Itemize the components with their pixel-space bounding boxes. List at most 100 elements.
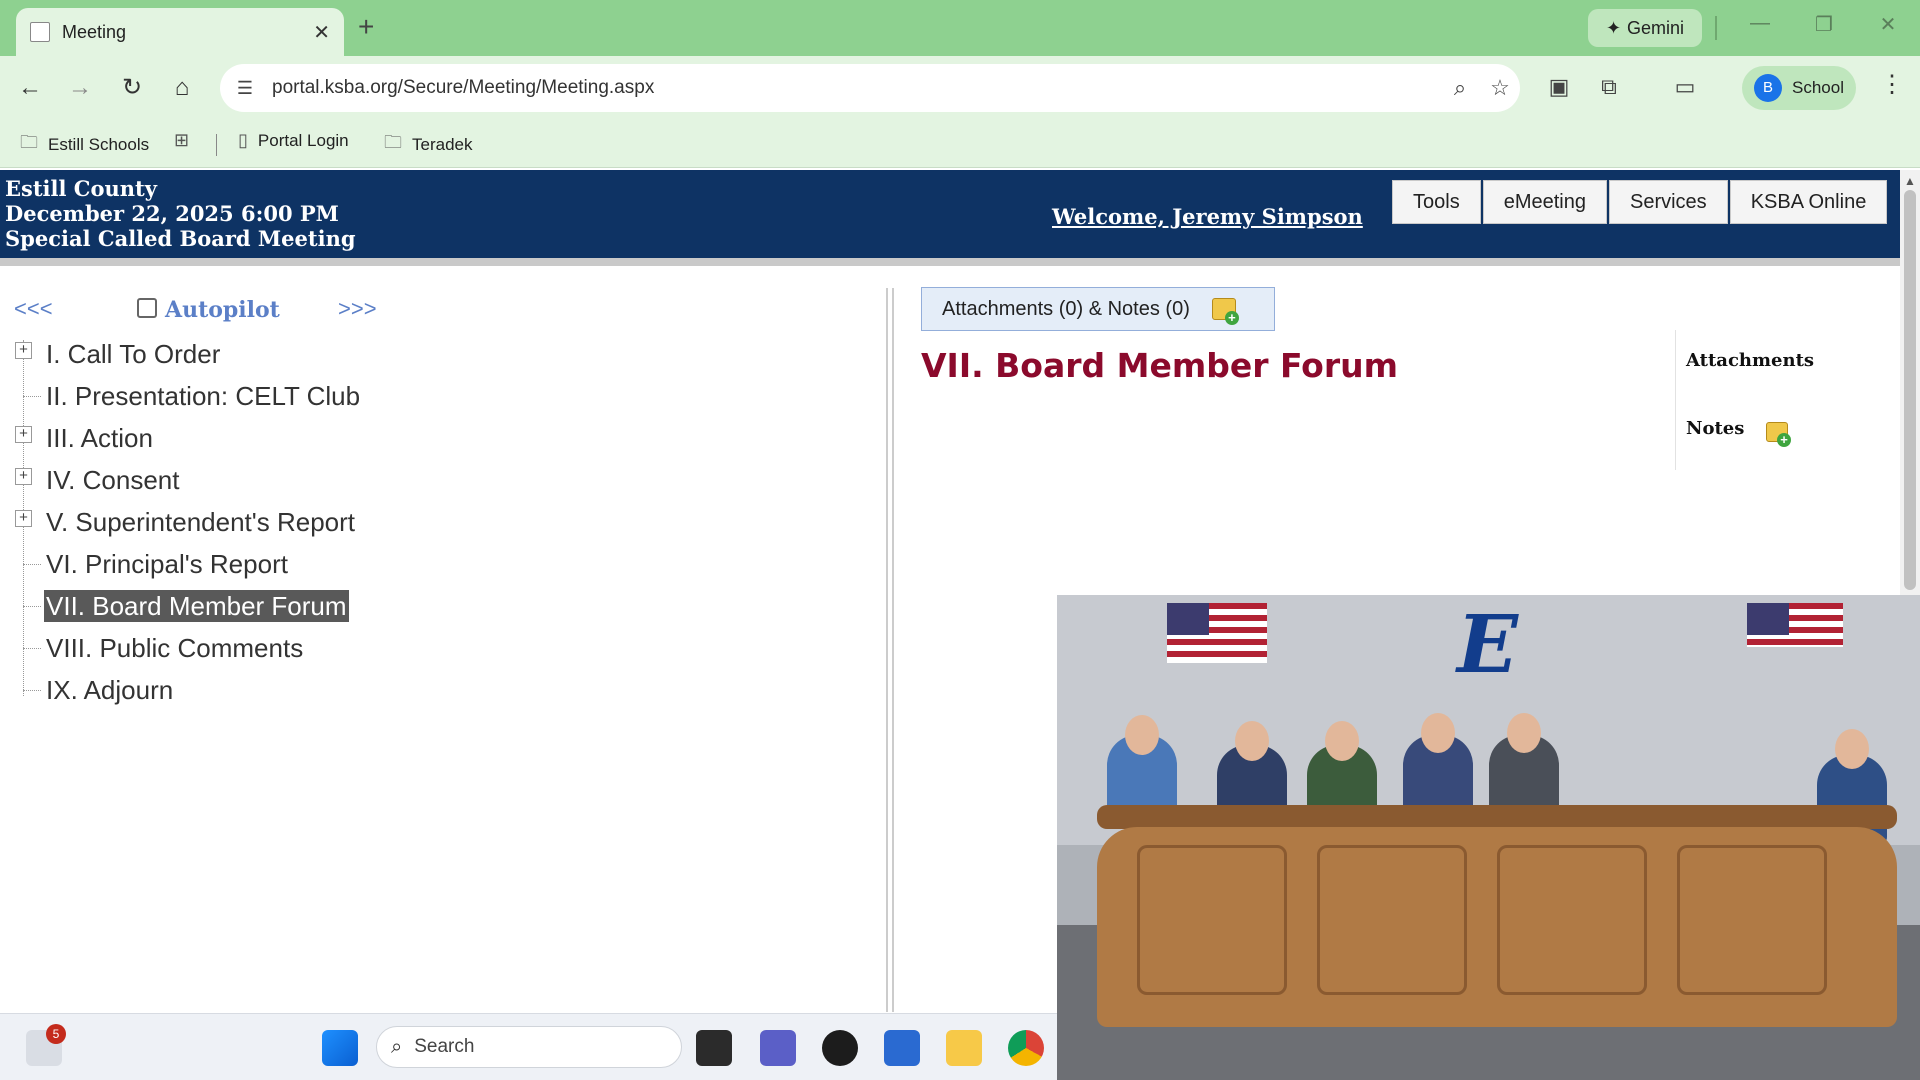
expand-icon[interactable]: + (15, 510, 32, 527)
browser-toolbar: ← → ↻ ⌂ ☰ portal.ksba.org/Secure/Meeting… (0, 56, 1920, 120)
bookmark-portal-login[interactable]: ▯ Portal Login (238, 130, 349, 151)
autopilot-toggle[interactable]: Autopilot (137, 297, 280, 323)
board-member-head (1507, 713, 1541, 753)
board-member-head (1421, 713, 1455, 753)
gemini-button[interactable]: ✦ Gemini (1588, 9, 1702, 47)
attachments-side-panel: Attachments Notes (1675, 330, 1895, 470)
tree-branch (23, 606, 41, 607)
agenda-item-title: VII. Board Member Forum (921, 346, 1399, 385)
agenda-item[interactable]: III. Action (44, 422, 155, 454)
file-explorer-icon[interactable] (946, 1030, 982, 1066)
page-icon: ▯ (238, 130, 248, 150)
browser-tab[interactable]: Meeting ✕ (16, 8, 344, 56)
profile-button[interactable]: B School (1742, 66, 1856, 110)
menu-services[interactable]: Services (1608, 180, 1728, 224)
bookmark-divider (216, 134, 217, 156)
autopilot-checkbox[interactable] (137, 298, 157, 318)
attachments-notes-button[interactable]: Attachments (0) & Notes (0) (921, 287, 1275, 331)
expand-icon[interactable]: + (15, 468, 32, 485)
desk-panel (1137, 845, 1287, 995)
gemini-label: Gemini (1627, 17, 1685, 38)
meeting-video-feed[interactable]: E (1057, 595, 1920, 1080)
search-placeholder: Search (414, 1036, 475, 1057)
agenda-item-selected[interactable]: VII. Board Member Forum (44, 590, 349, 622)
board-desk-top (1097, 805, 1897, 829)
agenda-item[interactable]: VIII. Public Comments (44, 632, 305, 664)
desk-panel (1677, 845, 1827, 995)
tree-branch (23, 564, 41, 565)
menu-tools[interactable]: Tools (1392, 180, 1481, 224)
agenda-item[interactable]: I. Call To Order (44, 338, 222, 370)
meeting-info: Estill County December 22, 2025 6:00 PM … (5, 176, 356, 251)
welcome-user-link[interactable]: Welcome, Jeremy Simpson (1052, 204, 1363, 229)
add-note-icon[interactable] (1766, 422, 1791, 447)
cast-icon[interactable]: ▭ (1668, 74, 1702, 100)
teamviewer-icon[interactable] (822, 1030, 858, 1066)
restore-icon[interactable]: ❐ (1804, 12, 1844, 37)
school-logo: E (1457, 597, 1518, 691)
agenda-item[interactable]: IV. Consent (44, 464, 181, 496)
back-icon[interactable]: ← (12, 70, 48, 106)
task-view-icon[interactable] (696, 1030, 732, 1066)
site-info-icon[interactable]: ☰ (234, 77, 256, 99)
folder-icon: 🗀 (384, 132, 402, 152)
notification-badge: 5 (46, 1024, 66, 1044)
tree-branch (23, 396, 41, 397)
agenda-item[interactable]: IX. Adjourn (44, 674, 175, 706)
bookmark-label: Teradek (412, 135, 473, 154)
tab-title: Meeting (62, 21, 127, 42)
bookmark-star-icon[interactable]: ☆ (1480, 75, 1520, 101)
search-icon: ⌕ (391, 1035, 403, 1058)
expand-icon[interactable]: + (15, 342, 32, 359)
zoom-icon[interactable]: ⌕ (1440, 75, 1480, 101)
gemini-sparkle-icon: ✦ (1605, 17, 1622, 38)
chrome-icon[interactable] (1008, 1030, 1044, 1066)
windows-start-icon[interactable] (322, 1030, 358, 1066)
window-controls-divider (1715, 16, 1717, 40)
store-icon[interactable] (884, 1030, 920, 1066)
teams-icon[interactable] (760, 1030, 796, 1066)
autopilot-label: Autopilot (165, 297, 280, 323)
agenda-item[interactable]: V. Superintendent's Report (44, 506, 357, 538)
scroll-up-icon[interactable]: ▲ (1904, 174, 1916, 188)
bookmark-label: Portal Login (257, 130, 349, 150)
new-tab-button[interactable]: + (358, 12, 374, 42)
windows-taskbar: 5 ⌕ Search (0, 1013, 1057, 1080)
in-god-we-trust-flag (1167, 603, 1267, 663)
meeting-name: Special Called Board Meeting (5, 226, 356, 251)
previous-item-link[interactable]: <<< (14, 296, 53, 322)
profile-label: School (1792, 78, 1844, 97)
bookmarks-bar: 🗀 Estill Schools ⊞ ▯ Portal Login 🗀 Teradek (0, 120, 1920, 168)
notes-heading: Notes (1686, 418, 1745, 439)
reload-icon[interactable]: ↻ (114, 70, 150, 106)
address-bar[interactable]: ☰ portal.ksba.org/Secure/Meeting/Meeting… (220, 64, 1520, 112)
agenda-item[interactable]: VI. Principal's Report (44, 548, 290, 580)
board-member-head (1235, 721, 1269, 761)
board-member-head (1325, 721, 1359, 761)
minimize-icon[interactable]: — (1740, 12, 1780, 35)
menu-emeeting[interactable]: eMeeting (1482, 180, 1607, 224)
home-icon[interactable]: ⌂ (164, 70, 200, 106)
taskbar-search[interactable]: ⌕ Search (376, 1026, 682, 1068)
pane-splitter[interactable] (886, 288, 894, 1012)
extensions-puzzle-icon[interactable]: ⧉ (1592, 74, 1626, 100)
extension-app-icon[interactable]: ▣ (1542, 74, 1576, 100)
bookmark-estill-schools[interactable]: 🗀 Estill Schools (20, 130, 149, 160)
scrollbar-thumb[interactable] (1904, 190, 1916, 590)
top-menu: Tools eMeeting Services KSBA Online (1392, 180, 1889, 224)
apps-grid-icon[interactable]: ⊞ (174, 130, 199, 151)
agenda-item[interactable]: II. Presentation: CELT Club (44, 380, 362, 412)
close-window-icon[interactable]: ✕ (1868, 12, 1908, 37)
menu-ksba-online[interactable]: KSBA Online (1729, 180, 1888, 224)
attachments-heading: Attachments (1686, 350, 1815, 371)
avatar: B (1754, 74, 1782, 102)
menu-kebab-icon[interactable]: ⋮ (1880, 70, 1904, 99)
next-item-link[interactable]: >>> (338, 296, 377, 322)
url-text[interactable]: portal.ksba.org/Secure/Meeting/Meeting.a… (272, 77, 1440, 99)
close-tab-icon[interactable]: ✕ (313, 20, 330, 45)
expand-icon[interactable]: + (15, 426, 32, 443)
bookmark-teradek[interactable]: 🗀 Teradek (384, 130, 472, 160)
american-flag (1747, 603, 1843, 647)
forward-icon[interactable]: → (62, 70, 98, 106)
meeting-date: December 22, 2025 6:00 PM (5, 201, 339, 226)
